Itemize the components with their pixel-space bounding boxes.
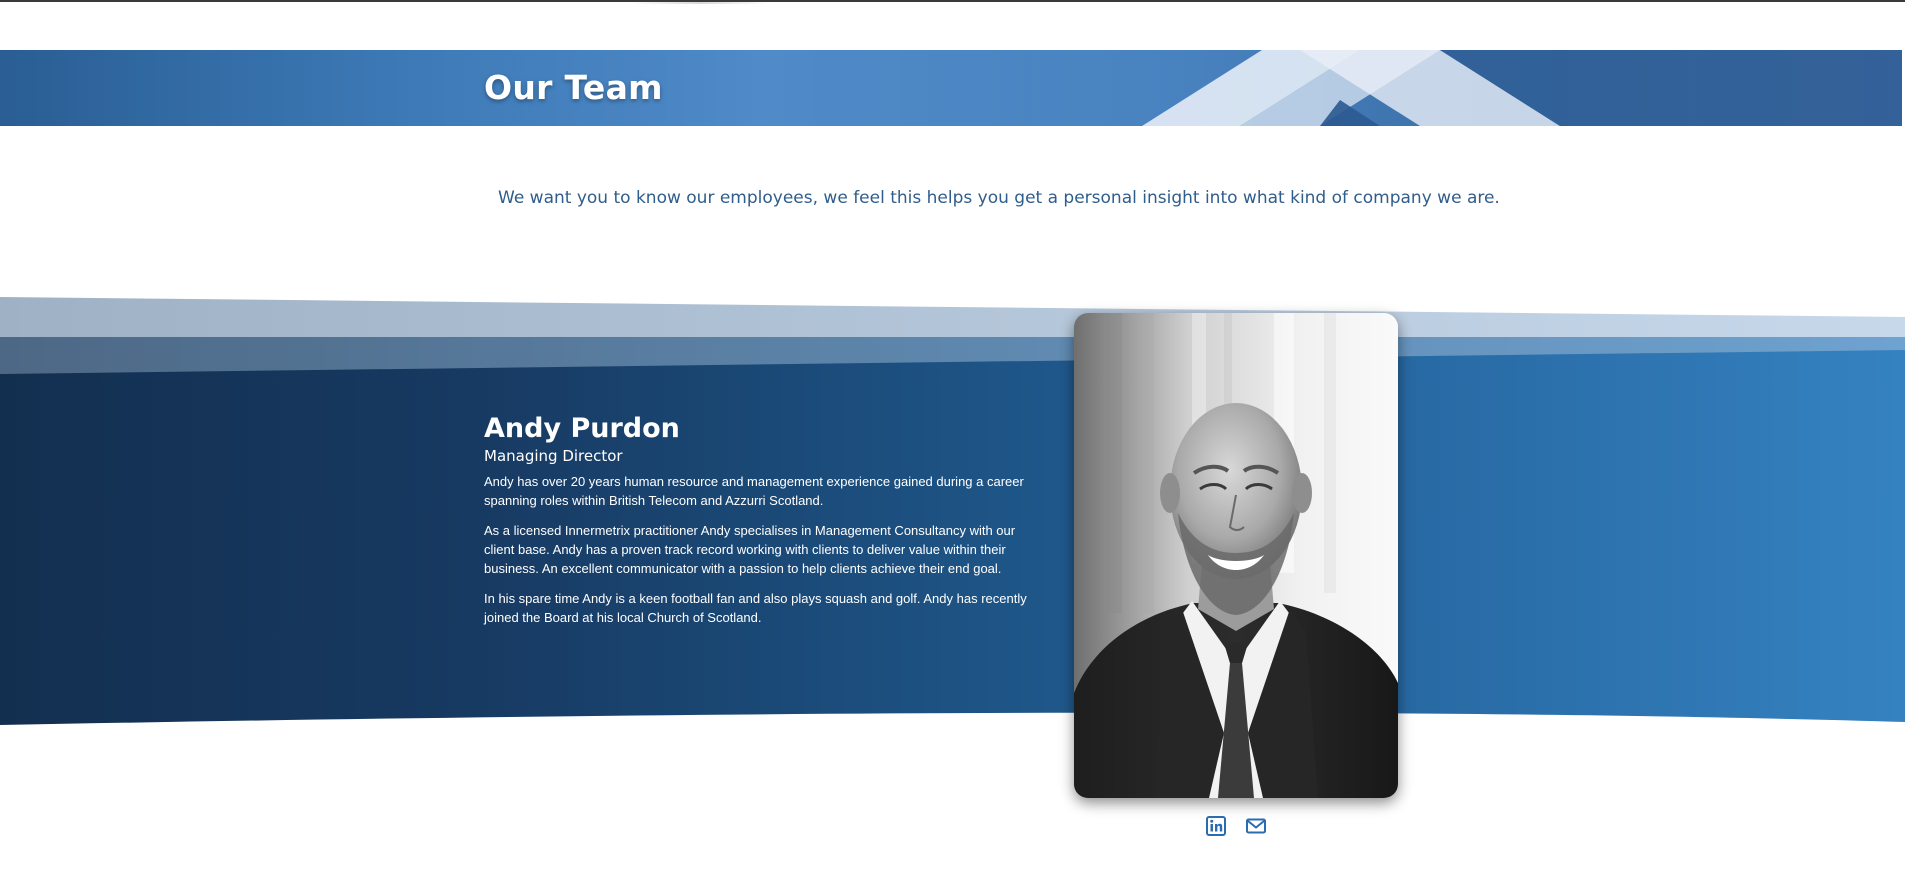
team-member-info: Andy Purdon Managing Director Andy has o… [484, 412, 1044, 638]
email-link[interactable] [1245, 815, 1267, 837]
member-name: Andy Purdon [484, 413, 680, 444]
member-bio: Andy has over 20 years human resource an… [484, 472, 1044, 627]
page-title: Our Team [484, 68, 663, 107]
top-divider-shadow [630, 2, 770, 4]
bio-paragraph: Andy has over 20 years human resource an… [484, 474, 1024, 508]
member-social-links [1205, 815, 1267, 837]
top-divider [0, 0, 1905, 2]
mail-icon [1246, 818, 1266, 834]
linkedin-link[interactable] [1205, 815, 1227, 837]
linkedin-icon [1206, 816, 1226, 836]
bio-paragraph: In his spare time Andy is a keen footbal… [484, 591, 1027, 625]
page: Our Team We want you to know our employe… [0, 0, 1905, 880]
member-photo-image [1074, 313, 1398, 798]
bio-paragraph: As a licensed Innermetrix practitioner A… [484, 523, 1016, 576]
page-banner: Our Team [0, 50, 1902, 126]
member-photo [1074, 313, 1398, 798]
intro-text: We want you to know our employees, we fe… [498, 188, 1500, 208]
member-role: Managing Director [484, 447, 623, 465]
banner-decoration [0, 50, 1902, 126]
